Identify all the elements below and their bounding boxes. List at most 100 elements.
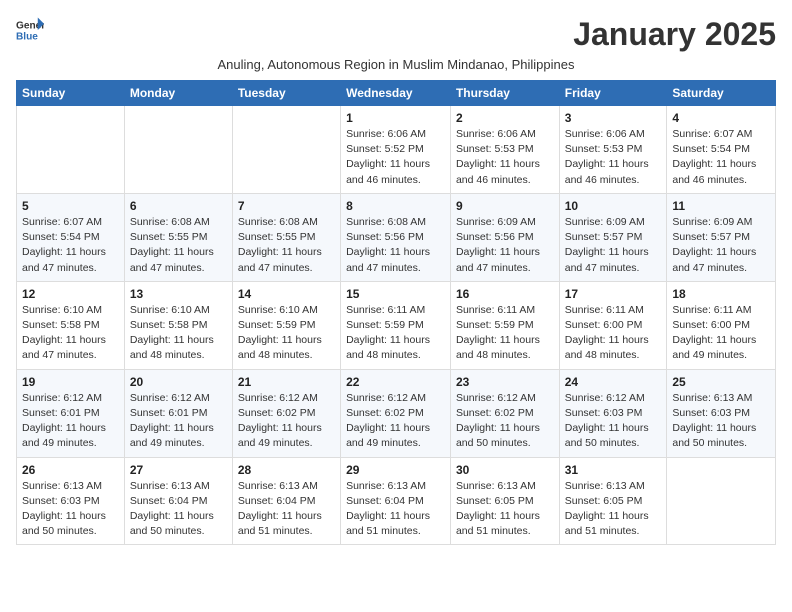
day-number: 8 — [346, 199, 445, 213]
day-number: 11 — [672, 199, 770, 213]
day-number: 2 — [456, 111, 554, 125]
week-row-1: 1 Sunrise: 6:06 AMSunset: 5:52 PMDaylight… — [17, 106, 776, 194]
col-header-saturday: Saturday — [667, 81, 776, 106]
day-number: 25 — [672, 375, 770, 389]
subtitle: Anuling, Autonomous Region in Muslim Min… — [16, 57, 776, 72]
day-cell: 14 Sunrise: 6:10 AMSunset: 5:59 PMDayligh… — [232, 281, 340, 369]
day-cell: 21 Sunrise: 6:12 AMSunset: 6:02 PMDayligh… — [232, 369, 340, 457]
day-number: 30 — [456, 463, 554, 477]
day-detail: Sunrise: 6:06 AMSunset: 5:53 PMDaylight:… — [456, 127, 554, 188]
day-cell: 2 Sunrise: 6:06 AMSunset: 5:53 PMDaylight… — [450, 106, 559, 194]
page-header: General Blue January 2025 — [16, 16, 776, 53]
day-cell: 23Sunrise: 6:12 AMSunset: 6:02 PMDayligh… — [450, 369, 559, 457]
day-cell: 30 Sunrise: 6:13 AMSunset: 6:05 PMDayligh… — [450, 457, 559, 545]
calendar-table: SundayMondayTuesdayWednesdayThursdayFrid… — [16, 80, 776, 545]
logo: General Blue — [16, 16, 44, 44]
day-number: 18 — [672, 287, 770, 301]
day-cell: 1 Sunrise: 6:06 AMSunset: 5:52 PMDaylight… — [341, 106, 451, 194]
header-row: SundayMondayTuesdayWednesdayThursdayFrid… — [17, 81, 776, 106]
day-number: 5 — [22, 199, 119, 213]
day-cell: 31 Sunrise: 6:13 AMSunset: 6:05 PMDayligh… — [559, 457, 667, 545]
day-cell: 29 Sunrise: 6:13 AMSunset: 6:04 PMDayligh… — [341, 457, 451, 545]
day-number: 7 — [238, 199, 335, 213]
day-cell: 6 Sunrise: 6:08 AMSunset: 5:55 PMDaylight… — [124, 193, 232, 281]
day-detail: Sunrise: 6:12 AMSunset: 6:03 PMDaylight:… — [565, 391, 662, 452]
day-cell: 28Sunrise: 6:13 AMSunset: 6:04 PMDayligh… — [232, 457, 340, 545]
day-number: 29 — [346, 463, 445, 477]
day-number: 24 — [565, 375, 662, 389]
day-number: 23 — [456, 375, 554, 389]
week-row-3: 12 Sunrise: 6:10 AMSunset: 5:58 PMDayligh… — [17, 281, 776, 369]
week-row-5: 26Sunrise: 6:13 AMSunset: 6:03 PMDayligh… — [17, 457, 776, 545]
day-detail: Sunrise: 6:10 AMSunset: 5:58 PMDaylight:… — [22, 303, 119, 364]
day-number: 20 — [130, 375, 227, 389]
day-cell: 17 Sunrise: 6:11 AMSunset: 6:00 PMDayligh… — [559, 281, 667, 369]
day-detail: Sunrise: 6:12 AMSunset: 6:02 PMDaylight:… — [238, 391, 335, 452]
month-title: January 2025 — [573, 16, 776, 53]
day-cell: 20Sunrise: 6:12 AMSunset: 6:01 PMDayligh… — [124, 369, 232, 457]
day-cell: 9Sunrise: 6:09 AMSunset: 5:56 PMDaylight… — [450, 193, 559, 281]
day-cell: 12 Sunrise: 6:10 AMSunset: 5:58 PMDayligh… — [17, 281, 125, 369]
day-detail: Sunrise: 6:06 AMSunset: 5:52 PMDaylight:… — [346, 127, 445, 188]
day-detail: Sunrise: 6:13 AMSunset: 6:03 PMDaylight:… — [672, 391, 770, 452]
day-cell: 3 Sunrise: 6:06 AMSunset: 5:53 PMDaylight… — [559, 106, 667, 194]
col-header-wednesday: Wednesday — [341, 81, 451, 106]
day-number: 21 — [238, 375, 335, 389]
day-cell: 26Sunrise: 6:13 AMSunset: 6:03 PMDayligh… — [17, 457, 125, 545]
col-header-monday: Monday — [124, 81, 232, 106]
day-detail: Sunrise: 6:08 AMSunset: 5:56 PMDaylight:… — [346, 215, 445, 276]
day-detail: Sunrise: 6:08 AMSunset: 5:55 PMDaylight:… — [130, 215, 227, 276]
day-cell: 5 Sunrise: 6:07 AMSunset: 5:54 PMDaylight… — [17, 193, 125, 281]
week-row-2: 5 Sunrise: 6:07 AMSunset: 5:54 PMDaylight… — [17, 193, 776, 281]
day-detail: Sunrise: 6:12 AMSunset: 6:02 PMDaylight:… — [346, 391, 445, 452]
day-detail: Sunrise: 6:08 AMSunset: 5:55 PMDaylight:… — [238, 215, 335, 276]
day-number: 12 — [22, 287, 119, 301]
day-detail: Sunrise: 6:10 AMSunset: 5:58 PMDaylight:… — [130, 303, 227, 364]
day-number: 16 — [456, 287, 554, 301]
day-number: 26 — [22, 463, 119, 477]
col-header-sunday: Sunday — [17, 81, 125, 106]
day-number: 14 — [238, 287, 335, 301]
day-detail: Sunrise: 6:07 AMSunset: 5:54 PMDaylight:… — [672, 127, 770, 188]
day-detail: Sunrise: 6:12 AMSunset: 6:01 PMDaylight:… — [22, 391, 119, 452]
day-number: 1 — [346, 111, 445, 125]
day-cell: 22 Sunrise: 6:12 AMSunset: 6:02 PMDayligh… — [341, 369, 451, 457]
day-cell: 11 Sunrise: 6:09 AMSunset: 5:57 PMDayligh… — [667, 193, 776, 281]
day-cell: 16Sunrise: 6:11 AMSunset: 5:59 PMDayligh… — [450, 281, 559, 369]
day-cell: 19 Sunrise: 6:12 AMSunset: 6:01 PMDayligh… — [17, 369, 125, 457]
day-detail: Sunrise: 6:09 AMSunset: 5:57 PMDaylight:… — [565, 215, 662, 276]
day-detail: Sunrise: 6:06 AMSunset: 5:53 PMDaylight:… — [565, 127, 662, 188]
day-number: 15 — [346, 287, 445, 301]
day-detail: Sunrise: 6:09 AMSunset: 5:57 PMDaylight:… — [672, 215, 770, 276]
col-header-thursday: Thursday — [450, 81, 559, 106]
day-number: 19 — [22, 375, 119, 389]
day-detail: Sunrise: 6:10 AMSunset: 5:59 PMDaylight:… — [238, 303, 335, 364]
day-detail: Sunrise: 6:13 AMSunset: 6:05 PMDaylight:… — [456, 479, 554, 540]
day-detail: Sunrise: 6:13 AMSunset: 6:04 PMDaylight:… — [346, 479, 445, 540]
day-cell: 25 Sunrise: 6:13 AMSunset: 6:03 PMDayligh… — [667, 369, 776, 457]
day-cell — [124, 106, 232, 194]
col-header-friday: Friday — [559, 81, 667, 106]
day-cell: 24 Sunrise: 6:12 AMSunset: 6:03 PMDayligh… — [559, 369, 667, 457]
day-cell — [667, 457, 776, 545]
day-detail: Sunrise: 6:13 AMSunset: 6:04 PMDaylight:… — [130, 479, 227, 540]
day-number: 22 — [346, 375, 445, 389]
logo-icon: General Blue — [16, 16, 44, 44]
day-detail: Sunrise: 6:09 AMSunset: 5:56 PMDaylight:… — [456, 215, 554, 276]
day-cell: 8 Sunrise: 6:08 AMSunset: 5:56 PMDaylight… — [341, 193, 451, 281]
day-number: 13 — [130, 287, 227, 301]
day-number: 3 — [565, 111, 662, 125]
day-detail: Sunrise: 6:07 AMSunset: 5:54 PMDaylight:… — [22, 215, 119, 276]
day-number: 31 — [565, 463, 662, 477]
week-row-4: 19 Sunrise: 6:12 AMSunset: 6:01 PMDayligh… — [17, 369, 776, 457]
day-detail: Sunrise: 6:11 AMSunset: 6:00 PMDaylight:… — [672, 303, 770, 364]
day-detail: Sunrise: 6:11 AMSunset: 6:00 PMDaylight:… — [565, 303, 662, 364]
day-number: 17 — [565, 287, 662, 301]
day-number: 4 — [672, 111, 770, 125]
day-cell: 13 Sunrise: 6:10 AMSunset: 5:58 PMDayligh… — [124, 281, 232, 369]
day-detail: Sunrise: 6:13 AMSunset: 6:05 PMDaylight:… — [565, 479, 662, 540]
day-cell: 27Sunrise: 6:13 AMSunset: 6:04 PMDayligh… — [124, 457, 232, 545]
day-cell: 10Sunrise: 6:09 AMSunset: 5:57 PMDayligh… — [559, 193, 667, 281]
day-number: 6 — [130, 199, 227, 213]
day-cell: 7 Sunrise: 6:08 AMSunset: 5:55 PMDaylight… — [232, 193, 340, 281]
